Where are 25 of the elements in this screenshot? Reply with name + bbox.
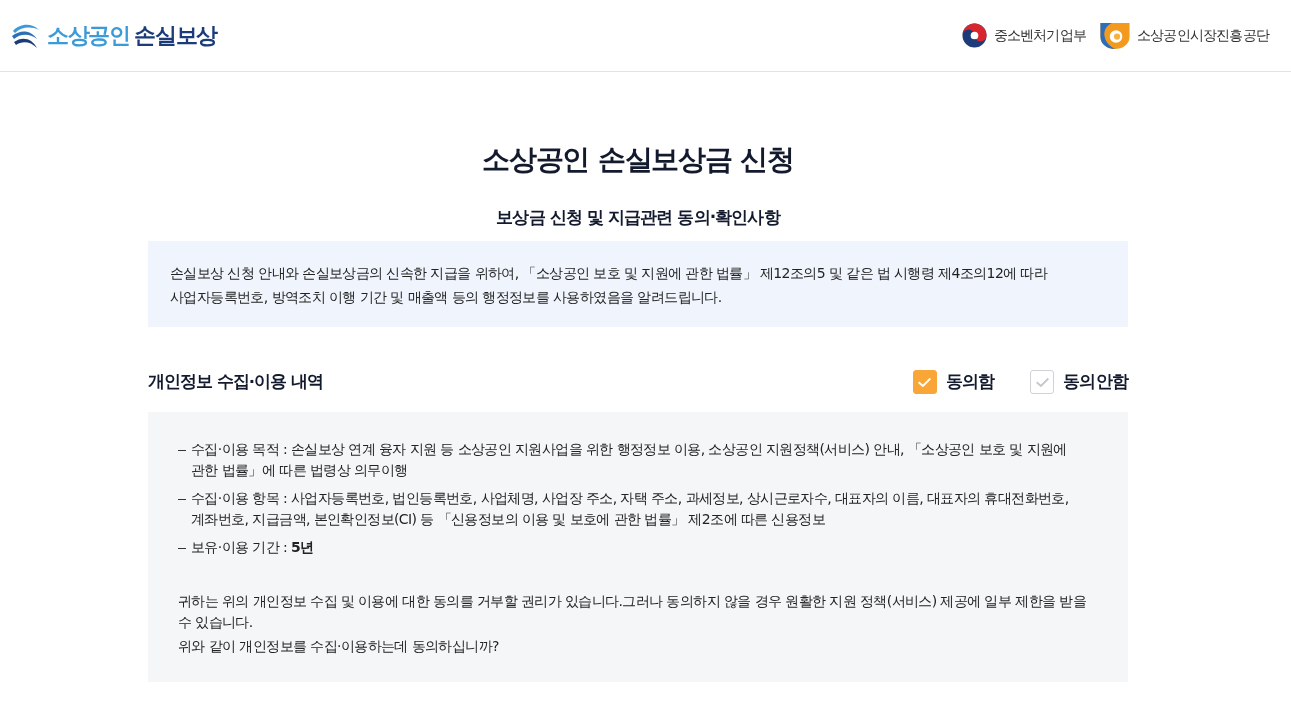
organization-name: 소상공인시장진흥공단 — [1137, 26, 1269, 45]
wave-logo-icon — [12, 22, 40, 49]
page-title: 소상공인 손실보상금 신청 — [481, 142, 795, 178]
swirl-emblem-icon — [1100, 22, 1130, 49]
taegeuk-emblem-icon — [961, 23, 987, 48]
consent-question: 위와 같이 개인정보를 수집·이용하는데 동의하십니까? — [178, 637, 500, 656]
checkbox[interactable] — [912, 370, 937, 394]
organization-name: 중소벤처기업부 — [993, 26, 1086, 45]
logo-text: 소상공인 — [47, 22, 130, 49]
page-subtitle: 보상금 신청 및 지급관련 동의·확인사항 — [495, 206, 782, 229]
dash-bullet-icon — [178, 499, 186, 501]
check-icon — [918, 377, 932, 387]
consent-option[interactable]: 동의함 — [912, 370, 995, 394]
detail-text: 수집·이용 목적 : 손실보상 연계 융자 지원 등 소상공인 지원사업을 위한 행정정보 이용, 소상공인 지원정책(서비스) 안내, 「소상공인 보호 및 지원에 관한 법률」에 따른 법령상 의무이행 — [191, 440, 1068, 480]
logo-text: 손실보상 — [134, 22, 217, 49]
detail-text: 수집·이용 항목 : 사업자등록번호, 법인등록번호, 사업체명, 사업장 주소, 자택 주소, 과세정보, 상시근로자수, 대표자의 이름, 대표자의 휴대전화번호, 계좌번호, 지급금액, 본인확인정보(CI) 등 「신용정보의 이용 및 보호에 관한 법률」 제2조에 따른 신용정보 — [191, 489, 1070, 529]
check-icon — [1035, 377, 1049, 387]
detail-text: 보유·이용 기간 : 5년 — [191, 538, 314, 557]
dash-bullet-icon — [178, 548, 186, 550]
notice-text: 손실보상 신청 안내와 손실보상금의 신속한 지급을 위하여, 「소상공인 보호 및 지원에 관한 법률」 제12조의5 및 같은 법 시행령 제4조의12에 따라 사업자등록번호, 방역조치 이행 기간 및 매출액 등의 행정정보를 사용하였음을 알려드립니다. — [148, 241, 1128, 327]
rights-statement: 귀하는 위의 개인정보 수집 및 이용에 대한 동의를 거부할 권리가 있습니다.그러나 동의하지 않을 경우 원활한 지원 정책(서비스) 제공에 일부 제한을 받을 수 있습니다. — [178, 592, 1087, 632]
consent-option[interactable]: 동의안함 — [1030, 370, 1128, 394]
section-title: 개인정보 수집·이용 내역 — [148, 371, 323, 393]
checkbox[interactable] — [1030, 370, 1055, 394]
dash-bullet-icon — [178, 450, 186, 452]
